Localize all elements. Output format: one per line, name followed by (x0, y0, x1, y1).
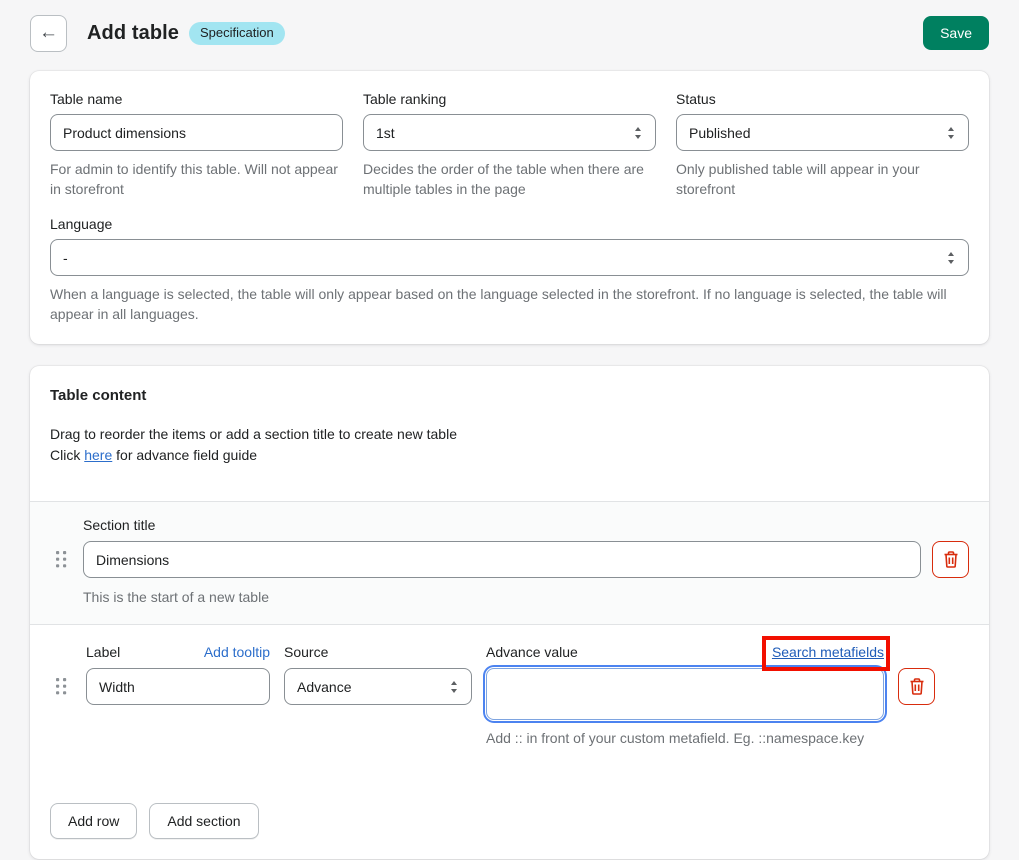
table-name-label: Table name (50, 91, 343, 107)
table-content-description: Drag to reorder the items or add a secti… (50, 424, 969, 466)
advance-value-textarea[interactable] (486, 668, 884, 720)
field-guide-link[interactable]: here (84, 447, 112, 463)
specification-badge: Specification (189, 22, 285, 45)
advance-value-help: Add :: in front of your custom metafield… (486, 728, 884, 748)
page: ← Add table Specification Save Table nam… (0, 0, 1019, 860)
page-title: Add table (87, 22, 179, 45)
language-select[interactable]: - (50, 239, 969, 276)
updown-caret-icon (946, 126, 956, 140)
table-content-card: Table content Drag to reorder the items … (30, 366, 989, 859)
save-button[interactable]: Save (923, 16, 989, 50)
table-name-input[interactable] (50, 114, 343, 151)
drag-dots-icon (56, 551, 67, 568)
row-label-label: Label (86, 644, 120, 660)
content-actions: Add row Add section (30, 748, 989, 859)
table-ranking-help: Decides the order of the table when ther… (363, 159, 656, 199)
updown-caret-icon (633, 126, 643, 140)
add-section-button[interactable]: Add section (149, 803, 258, 839)
updown-caret-icon (449, 680, 459, 694)
section-title-input[interactable] (83, 541, 921, 578)
add-row-button[interactable]: Add row (50, 803, 137, 839)
row-label-input[interactable] (86, 668, 270, 705)
source-select[interactable]: Advance (284, 668, 472, 705)
back-button[interactable]: ← (30, 15, 67, 52)
advance-value-label: Advance value (486, 644, 578, 660)
table-name-field-group: Table name For admin to identify this ta… (50, 91, 343, 199)
section-title-band: Section title This is the start of a new… (30, 501, 989, 625)
add-tooltip-link[interactable]: Add tooltip (204, 644, 270, 660)
trash-icon (909, 678, 925, 695)
source-value: Advance (297, 679, 351, 695)
table-settings-card: Table name For admin to identify this ta… (30, 71, 989, 344)
trash-icon (943, 551, 959, 568)
arrow-left-icon: ← (39, 22, 58, 44)
table-name-help: For admin to identify this table. Will n… (50, 159, 343, 199)
description-line2: Click here for advance field guide (50, 445, 969, 466)
section-title-label: Section title (83, 517, 921, 533)
table-ranking-select[interactable]: 1st (363, 114, 656, 151)
drag-dots-icon (56, 678, 67, 695)
table-ranking-label: Table ranking (363, 91, 656, 107)
table-ranking-value: 1st (376, 125, 395, 141)
delete-section-button[interactable] (932, 541, 969, 578)
delete-row-button[interactable] (898, 668, 935, 705)
language-value: - (63, 250, 68, 266)
language-label: Language (50, 216, 969, 232)
drag-handle[interactable] (50, 668, 72, 705)
table-ranking-field-group: Table ranking 1st Decides the order of t… (363, 91, 656, 199)
drag-handle[interactable] (50, 541, 72, 578)
status-value: Published (689, 125, 751, 141)
table-content-title: Table content (50, 387, 969, 404)
status-field-group: Status Published Only published table wi… (676, 91, 969, 199)
page-header: ← Add table Specification Save (30, 13, 989, 53)
status-help: Only published table will appear in your… (676, 159, 969, 199)
section-title-help: This is the start of a new table (83, 587, 921, 607)
table-row-item: Label Add tooltip Source Advance value S… (30, 625, 989, 748)
status-label: Status (676, 91, 969, 107)
search-metafields-link[interactable]: Search metafields (772, 644, 884, 660)
language-field-group: Language - When a language is selected, … (50, 216, 969, 324)
source-label: Source (284, 644, 328, 660)
language-help: When a language is selected, the table w… (50, 284, 969, 324)
updown-caret-icon (946, 251, 956, 265)
description-line1: Drag to reorder the items or add a secti… (50, 424, 969, 445)
status-select[interactable]: Published (676, 114, 969, 151)
